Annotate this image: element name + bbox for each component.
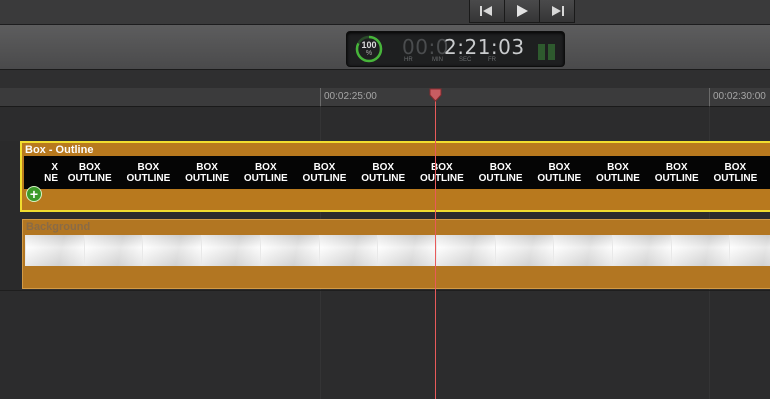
filmstrip-frame: BOX OUTLINE xyxy=(706,156,764,189)
frame-text-line2: OUTLINE xyxy=(302,172,347,184)
track-header-edge xyxy=(0,141,20,291)
frame-text-line2: OUTLINE xyxy=(67,172,112,184)
play-icon xyxy=(517,5,528,17)
percent-value: 100 xyxy=(361,40,377,50)
filmstrip-frame xyxy=(670,235,730,266)
filmstrip-frame xyxy=(318,235,378,266)
frame-text-line1: BOX xyxy=(548,161,571,173)
clip-title: Box - Outline xyxy=(25,144,94,156)
progress-percent: 100 % xyxy=(355,35,383,63)
frame-text-line1: BOX xyxy=(665,161,688,173)
filmstrip-frame: BOX OUTLINE xyxy=(413,156,471,189)
filmstrip-frame xyxy=(259,235,319,266)
filmstrip-frame: X NE xyxy=(24,156,60,189)
frame-text-line2: OUTLINE xyxy=(419,172,464,184)
filmstrip-frame xyxy=(83,235,143,266)
filmstrip-frame: BOX OUTLINE xyxy=(354,156,412,189)
background-clip[interactable]: Background xyxy=(22,219,770,289)
filmstrip-frame: BOX OUTLINE xyxy=(61,156,119,189)
skip-back-icon xyxy=(480,6,492,16)
frame-text-line1: BOX xyxy=(724,161,747,173)
background-filmstrip xyxy=(25,235,770,266)
skip-back-button[interactable] xyxy=(470,0,505,22)
filmstrip-frame: BOX OUTLINE xyxy=(589,156,647,189)
filmstrip-frame xyxy=(377,235,437,266)
frame-text-line2: NE xyxy=(44,172,58,184)
frame-text-line2: OUTLINE xyxy=(596,172,640,184)
ruler-label: 00:02:30:00 xyxy=(713,91,766,102)
ruler-label: 00:02:25:00 xyxy=(324,91,377,102)
track-separator xyxy=(0,290,770,291)
filmstrip-frame xyxy=(142,235,202,266)
frame-text-line2: OUTLINE xyxy=(537,172,582,184)
frame-text-line2: OUTLINE xyxy=(185,172,230,184)
timeline-header-gap xyxy=(0,70,770,89)
filmstrip-frame: BOX OUTLINE xyxy=(237,156,295,189)
frame-text-line2: OUTLINE xyxy=(478,172,523,184)
transport-controls xyxy=(469,0,575,23)
percent-unit: % xyxy=(365,50,373,57)
timecode-dim-digits: 00:0 xyxy=(402,35,449,59)
title-filmstrip: X NE BOX OUTLINE BOX OUTLINE BOX OUTLINE BOX OUTL… xyxy=(24,156,770,189)
filmstrip-frame xyxy=(201,235,261,266)
frame-text-line1: BOX xyxy=(313,161,336,173)
audio-meter-left xyxy=(538,44,545,60)
skip-forward-button[interactable] xyxy=(540,0,574,22)
timecode-digits: 2:21:03 xyxy=(444,35,525,59)
add-badge-icon[interactable]: + xyxy=(26,186,42,202)
audio-meters xyxy=(538,38,556,60)
frame-text-line2: OUTLINE xyxy=(713,172,758,184)
frame-text-line1: BOX xyxy=(489,161,512,173)
clip-title: Background xyxy=(26,221,91,233)
filmstrip-frame: BOX OUTLINE xyxy=(648,156,706,189)
filmstrip-frame: BOX OUTLINE xyxy=(119,156,177,189)
frame-text-line1: BOX xyxy=(254,161,277,173)
ruler-tick xyxy=(320,88,321,106)
filmstrip-frame xyxy=(25,235,84,266)
frame-text-line2: OUTLINE xyxy=(361,172,406,184)
filmstrip-frame xyxy=(729,235,770,266)
timeline-ruler[interactable]: 00:02:25:00 00:02:30:00 xyxy=(0,88,770,107)
frame-text-line2: OUTLINE xyxy=(243,172,288,184)
play-button[interactable] xyxy=(505,0,540,22)
playhead-handle-icon[interactable] xyxy=(429,88,442,102)
frame-text-line1: BOX xyxy=(372,161,395,173)
filmstrip-frame: BOX OUTLINE xyxy=(178,156,236,189)
timecode-unit-hr: HR xyxy=(404,57,413,63)
timecode-unit-sec: SEC xyxy=(459,57,472,63)
top-bar xyxy=(0,0,770,25)
filmstrip-frame: BOX OUTLINE xyxy=(530,156,588,189)
playhead-line[interactable] xyxy=(435,96,436,399)
frame-text-line1: BOX xyxy=(607,161,629,173)
skip-forward-icon xyxy=(552,6,564,16)
frame-text-line1: BOX xyxy=(78,161,101,173)
timecode-unit-fr: FR xyxy=(488,57,496,63)
frame-text-line1: BOX xyxy=(196,161,218,173)
filmstrip-frame xyxy=(435,235,495,266)
filmstrip-frame xyxy=(612,235,671,266)
audio-meter-right xyxy=(548,44,555,60)
filmstrip-frame xyxy=(494,235,554,266)
ruler-tick xyxy=(709,88,710,106)
frame-text-line1: BOX xyxy=(137,161,160,173)
filmstrip-frame xyxy=(553,235,613,266)
timecode-display[interactable]: 100 % 00:0 2:21:03 HR MIN SEC FR xyxy=(346,31,565,67)
title-clip[interactable]: Box - Outline X NE BOX OUTLINE BOX OUTLINE BOX… xyxy=(20,141,770,212)
filmstrip-frame: BOX OUTLINE xyxy=(296,156,354,189)
filmstrip-frame: BOX OUTLINE xyxy=(472,156,530,189)
frame-text-line2: OUTLINE xyxy=(654,172,699,184)
frame-text-line1: X xyxy=(51,161,58,173)
timecode-unit-min: MIN xyxy=(432,57,443,63)
frame-text-line2: OUTLINE xyxy=(126,172,171,184)
